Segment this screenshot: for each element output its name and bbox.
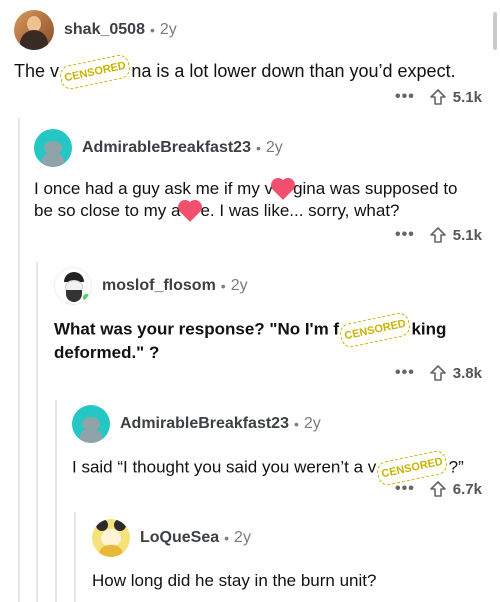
comment-2: AdmirableBreakfast23 • 2y I once had a g… [34, 128, 494, 222]
avatar[interactable] [54, 267, 92, 305]
censored-sticker: CENSORED [58, 53, 133, 92]
more-options-button[interactable]: ••• [395, 226, 415, 244]
vote-count: 5.1k [452, 226, 482, 244]
comment-actions: ••• 6.7k [395, 480, 482, 498]
separator-dot: • [255, 140, 261, 156]
vote-count: 5.1k [452, 88, 482, 106]
upvote-control[interactable]: 6.7k [429, 480, 482, 498]
vote-count: 6.7k [452, 480, 482, 498]
thread-line-2 [36, 262, 38, 602]
comment-age: 2y [265, 139, 283, 156]
more-options-button[interactable]: ••• [395, 364, 415, 382]
username[interactable]: AdmirableBreakfast23 [82, 139, 251, 157]
thread-line-3 [55, 400, 57, 602]
thread-line-4 [74, 512, 76, 602]
username[interactable]: LoQueSea [140, 529, 219, 547]
upvote-arrow-icon[interactable] [429, 364, 447, 382]
separator-dot: • [224, 530, 230, 546]
heart-sticker-icon [273, 179, 293, 200]
avatar[interactable] [34, 129, 72, 167]
comment-body: The v CENSORED na is a lot lower down than… [14, 53, 500, 92]
avatar[interactable] [72, 405, 110, 443]
upvote-control[interactable]: 3.8k [429, 364, 482, 382]
separator-dot: • [149, 22, 155, 38]
comment-actions: ••• 5.1k [395, 226, 482, 244]
comment-age: 2y [234, 529, 251, 546]
upvote-control[interactable]: 5.1k [429, 226, 482, 244]
username[interactable]: shak_0508 [64, 21, 145, 39]
vote-count: 3.8k [452, 364, 482, 382]
comment-header: AdmirableBreakfast23 • 2y [34, 128, 494, 168]
comment-header: shak_0508 • 2y [14, 10, 500, 50]
comment-body: How long did he stay in the burn unit? [92, 571, 377, 590]
more-options-button[interactable]: ••• [395, 88, 415, 106]
avatar[interactable] [92, 519, 130, 557]
comment-age: 2y [230, 277, 248, 294]
avatar[interactable] [14, 10, 54, 50]
comment-actions: ••• 5.1k [395, 88, 482, 106]
comment-body: I said “I thought you said you weren’t a… [72, 448, 494, 488]
comment-5: LoQueSea • 2y How long did he stay in th… [92, 518, 496, 592]
more-options-button[interactable]: ••• [395, 480, 415, 498]
comment-header: LoQueSea • 2y [92, 518, 496, 558]
separator-dot: • [293, 416, 299, 432]
comment-header: AdmirableBreakfast23 • 2y [72, 404, 494, 444]
comment-3: moslof_flosom • 2y What was your respons… [54, 266, 494, 364]
upvote-arrow-icon[interactable] [429, 88, 447, 106]
upvote-arrow-icon[interactable] [429, 480, 447, 498]
comment-age: 2y [159, 21, 177, 38]
username[interactable]: moslof_flosom [102, 277, 216, 295]
upvote-control[interactable]: 5.1k [429, 88, 482, 106]
comment-body: What was your response? "No I'm f CENSORE… [54, 310, 494, 364]
comment-4: AdmirableBreakfast23 • 2y I said “I thou… [72, 404, 494, 488]
thread-line-1 [18, 118, 20, 602]
comment-actions: ••• 3.8k [395, 364, 482, 382]
comment-body: I once had a guy ask me if my v gina was … [34, 179, 458, 222]
heart-sticker-icon [180, 201, 201, 222]
comment-header: moslof_flosom • 2y [54, 266, 494, 306]
separator-dot: • [220, 278, 226, 294]
comment-age: 2y [303, 415, 321, 432]
comment-1: shak_0508 • 2y The v CENSORED na is a lot … [14, 10, 500, 92]
upvote-arrow-icon[interactable] [429, 226, 447, 244]
username[interactable]: AdmirableBreakfast23 [120, 415, 289, 433]
